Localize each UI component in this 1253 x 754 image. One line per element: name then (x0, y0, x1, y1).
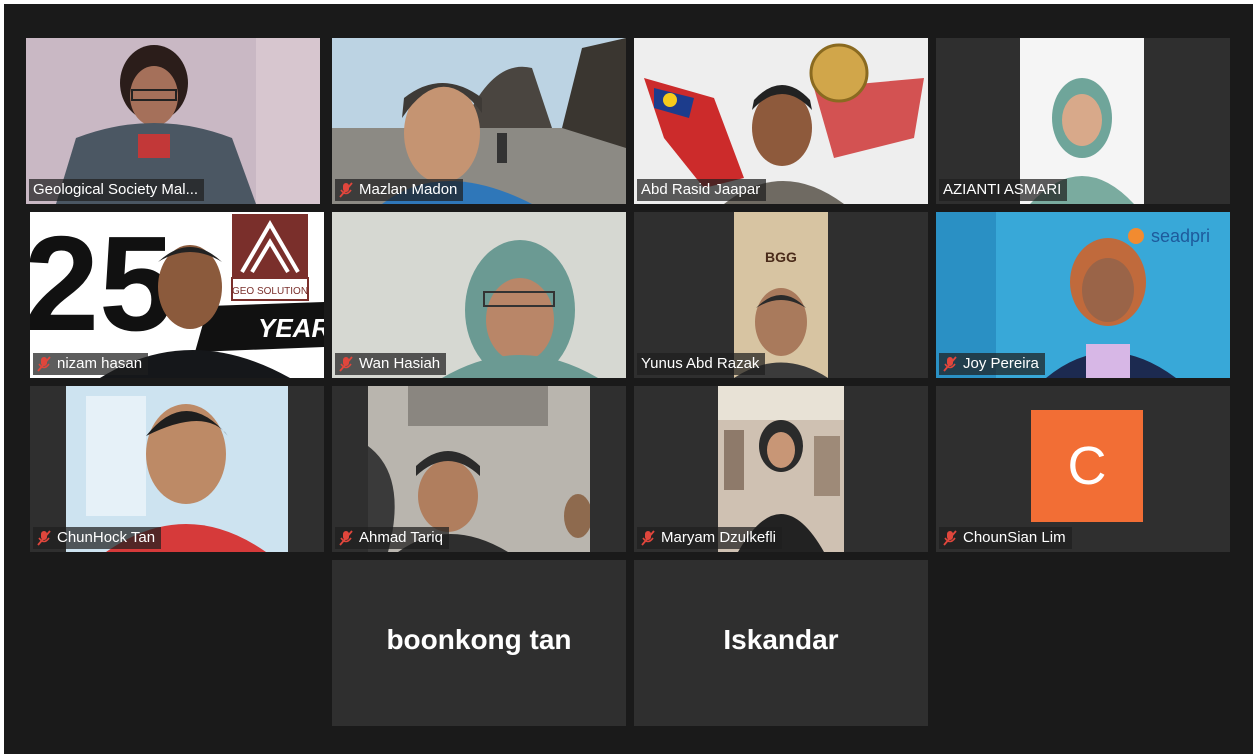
participant-tile[interactable]: C ChounSian Lim (936, 386, 1230, 552)
participant-name-label: Geological Society Mal... (29, 179, 205, 201)
mic-muted-icon (943, 356, 957, 372)
svg-text:BGG: BGG (765, 249, 797, 265)
participant-name-label: Yunus Abd Razak (637, 353, 766, 375)
participant-tile[interactable]: BGG Yunus Abd Razak (634, 212, 928, 378)
participant-name: AZIANTI ASMARI (943, 181, 1062, 198)
participant-name-label: Ahmad Tariq (335, 527, 449, 549)
mic-muted-icon (943, 530, 957, 546)
svg-text:YEARS: YEARS (258, 313, 324, 343)
participant-tile[interactable]: AZIANTI ASMARI (936, 38, 1230, 204)
participant-name-label: AZIANTI ASMARI (939, 179, 1068, 201)
participant-name: Wan Hasiah (359, 355, 441, 372)
participant-tile[interactable]: Iskandar (634, 560, 928, 726)
participant-name-label: ChounSian Lim (939, 527, 1072, 549)
participant-avatar: C (1031, 410, 1143, 522)
participant-name: ChunHock Tan (57, 529, 156, 546)
participant-name: ChounSian Lim (963, 529, 1066, 546)
participant-tile[interactable]: boonkong tan (332, 560, 626, 726)
participant-name: Geological Society Mal... (33, 181, 199, 198)
mic-muted-icon (339, 356, 353, 372)
participant-name: Ahmad Tariq (359, 529, 443, 546)
participant-name: Yunus Abd Razak (641, 355, 760, 372)
participant-name: nizam hasan (57, 355, 143, 372)
participant-tile[interactable]: seadpri Joy Pereira (936, 212, 1230, 378)
participant-name: boonkong tan (386, 624, 572, 655)
participant-tile[interactable]: 25 GEO SOLUTION YEARS nizam hasan (30, 212, 324, 378)
svg-text:seadpri: seadpri (1151, 226, 1210, 246)
mic-muted-icon (339, 530, 353, 546)
participant-name: Mazlan Madon (359, 181, 458, 198)
participant-name-label: Wan Hasiah (335, 353, 447, 375)
mic-muted-icon (339, 182, 353, 198)
participant-tile[interactable]: ChunHock Tan (30, 386, 324, 552)
participant-tile[interactable]: Wan Hasiah (332, 212, 626, 378)
mic-muted-icon (641, 530, 655, 546)
participant-name-label: nizam hasan (33, 353, 149, 375)
participant-tile[interactable]: Mazlan Madon (332, 38, 626, 204)
participant-name: Maryam Dzulkefli (661, 529, 777, 546)
participant-name-label: ChunHock Tan (33, 527, 162, 549)
mic-muted-icon (37, 530, 51, 546)
logo-25-text: 25 (30, 212, 174, 359)
participant-name-label: Joy Pereira (939, 353, 1045, 375)
mic-muted-icon (37, 356, 51, 372)
participant-name-label: Maryam Dzulkefli (637, 527, 783, 549)
participant-tile[interactable]: Geological Society Mal... (26, 38, 320, 204)
participant-name-label: Mazlan Madon (335, 179, 464, 201)
participant-name-label: Abd Rasid Jaapar (637, 179, 767, 201)
svg-text:GEO SOLUTION: GEO SOLUTION (232, 286, 308, 297)
participant-name: Iskandar (723, 624, 839, 655)
participant-tile[interactable]: Maryam Dzulkefli (634, 386, 928, 552)
participant-tile[interactable]: Ahmad Tariq (332, 386, 626, 552)
participant-name: Abd Rasid Jaapar (641, 181, 761, 198)
participant-name: Joy Pereira (963, 355, 1039, 372)
participant-tile[interactable]: Abd Rasid Jaapar (634, 38, 928, 204)
video-gallery: Geological Society Mal... Mazlan Madon A… (4, 4, 1253, 754)
